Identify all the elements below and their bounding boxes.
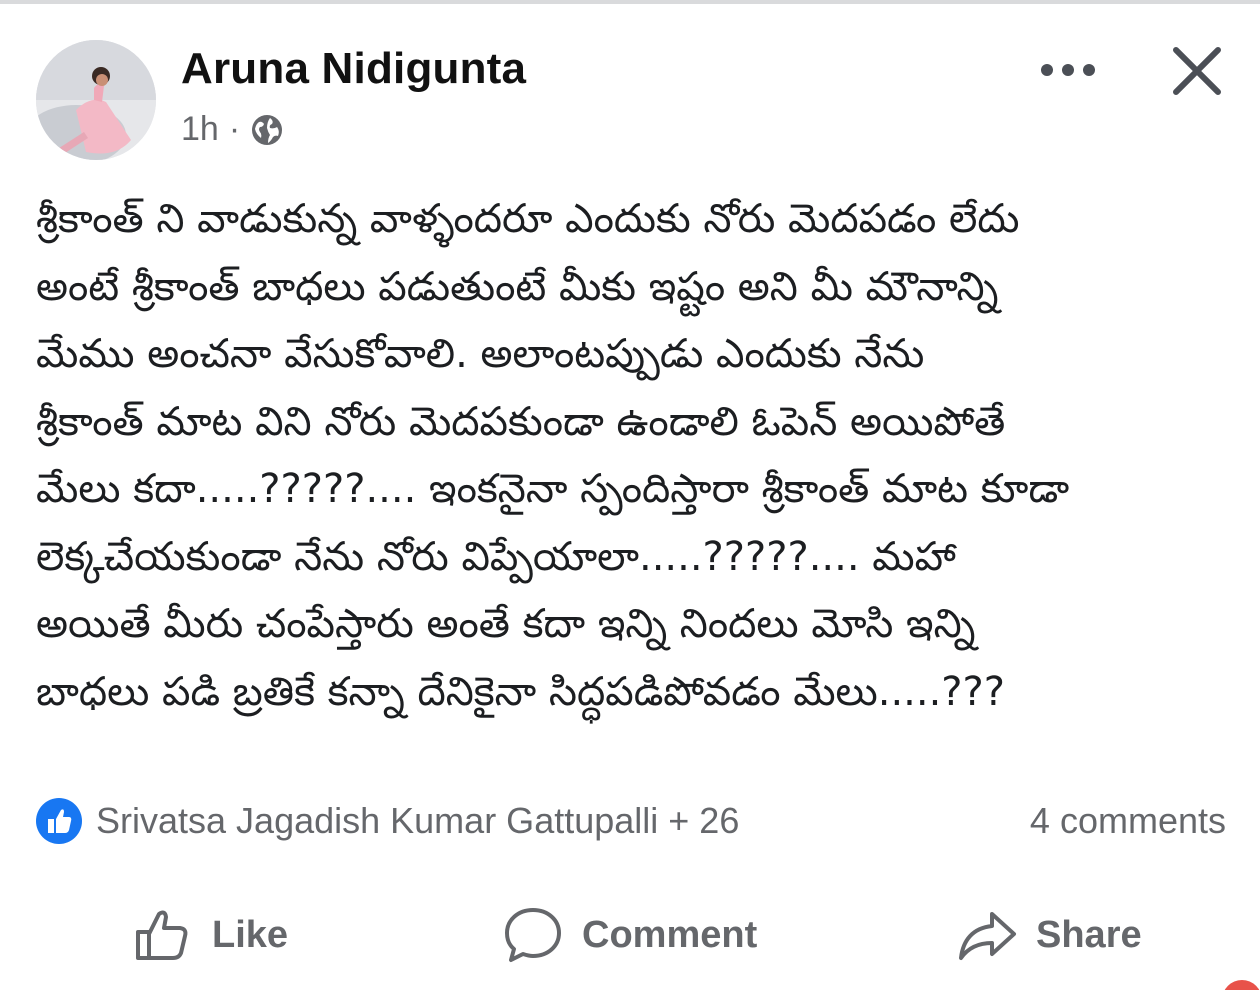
reactions-bar: Srivatsa Jagadish Kumar Gattupalli + 26 … <box>36 794 1226 844</box>
reactors-summary[interactable]: Srivatsa Jagadish Kumar Gattupalli + 26 <box>96 800 739 842</box>
thumbs-up-icon <box>136 910 188 960</box>
notification-dot <box>1222 980 1260 990</box>
share-label: Share <box>1036 913 1142 956</box>
post-actions: Like Comment Share <box>0 890 1260 980</box>
share-arrow-icon <box>959 912 1016 960</box>
comment-bubble-icon <box>505 908 561 962</box>
like-label: Like <box>212 913 289 956</box>
post-header: Aruna Nidigunta 1h · <box>36 40 1236 160</box>
like-button[interactable]: Like <box>132 890 288 980</box>
avatar[interactable] <box>36 40 156 160</box>
top-divider <box>0 0 1260 4</box>
comment-label: Comment <box>582 913 758 956</box>
post-body-text: శ్రీకాంత్ ని వాడుకున్న వాళ్ళందరూ ఎందుకు … <box>36 196 1070 715</box>
share-button[interactable]: Share <box>956 890 1142 980</box>
close-icon[interactable] <box>1166 40 1228 102</box>
more-options-icon[interactable] <box>1036 48 1106 92</box>
like-icon[interactable] <box>36 798 82 844</box>
comment-button[interactable]: Comment <box>502 890 757 980</box>
meta-separator: · <box>228 110 241 148</box>
globe-icon[interactable] <box>250 113 284 147</box>
avatar-photo <box>36 40 156 160</box>
author-name[interactable]: Aruna Nidigunta <box>181 44 526 94</box>
comments-count[interactable]: 4 comments <box>1030 800 1226 842</box>
post-time[interactable]: 1h <box>181 110 219 149</box>
post-meta: 1h · <box>181 110 284 149</box>
